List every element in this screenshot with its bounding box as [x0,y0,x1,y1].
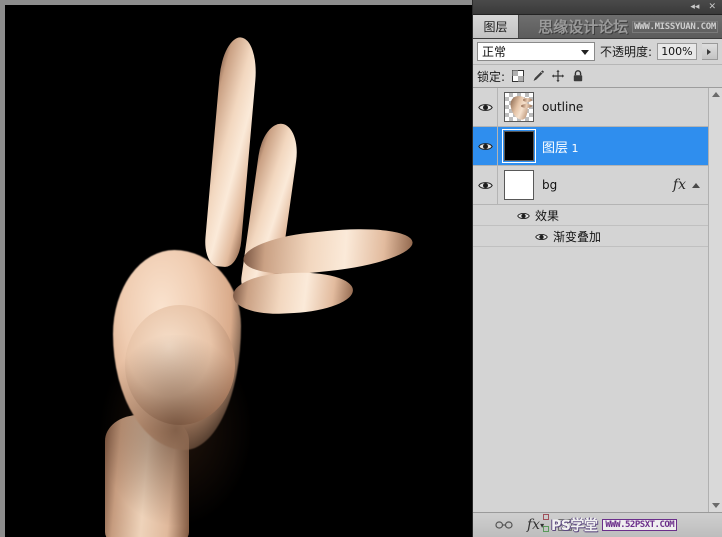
lock-position-icon[interactable] [551,69,565,83]
panel-tabstrip: 图层 思缘设计论坛 WWW.MISSYUAN.COM [473,15,722,39]
opacity-label: 不透明度: [599,45,652,59]
panel-bottom-toolbar: fx ▾ PS学堂 WWW.52PSXT.COM [473,512,722,537]
layers-panel: ◂◂ ✕ 图层 思缘设计论坛 WWW.MISSYUAN.COM 正常 不透明度:… [472,0,722,537]
layer-name[interactable]: bg [540,178,673,192]
scroll-down-arrow-icon[interactable] [709,499,722,512]
lock-all-icon[interactable] [571,69,585,83]
layer-thumbnail-cell[interactable] [498,170,540,200]
layer-visibility-toggle[interactable] [473,166,498,204]
effect-visibility-toggle[interactable] [535,227,548,246]
lock-transparency-icon[interactable] [511,69,525,83]
thumb-finger-b [521,104,532,108]
triangle-up-icon[interactable] [692,182,700,188]
layer-name-text: bg [542,178,558,192]
document-canvas[interactable] [5,5,472,537]
layer-thumbnail [504,92,534,122]
layer-name-text: 图层 [542,140,569,156]
blend-mode-value: 正常 [482,45,507,59]
opacity-input[interactable]: 100% [656,43,697,60]
layer-thumbnail [502,129,536,163]
spinner-arrow-icon [707,48,712,55]
hand-knuckles [125,305,235,425]
photoshop-window: ◂◂ ✕ 图层 思缘设计论坛 WWW.MISSYUAN.COM 正常 不透明度:… [0,0,722,537]
layer-thumbnail [504,170,534,200]
layer-fx-cell[interactable]: fx [673,177,708,193]
thumb-finger-a [523,98,532,102]
effects-group-row[interactable]: 效果 [473,205,708,226]
watermark-bottom-en: WWW.52PSXT.COM [602,519,678,531]
eye-icon [517,212,530,219]
table-row[interactable]: bg fx [473,166,708,205]
effect-item-label: 渐变叠加 [553,229,602,244]
scroll-up-arrow-icon[interactable] [709,88,722,101]
eye-icon [477,103,493,111]
layer-list-rows: outline 图层 1 bg fx 效果 渐变叠加 [473,88,708,512]
table-row[interactable]: 图层 1 [473,127,708,166]
effects-visibility-toggle[interactable] [517,206,530,225]
hand-artwork [5,5,472,537]
collapse-double-arrow-icon[interactable]: ◂◂ [690,2,699,12]
panel-titlebar: ◂◂ ✕ [473,0,722,15]
opacity-spinner[interactable] [701,43,719,60]
eye-icon [477,181,493,189]
layer-visibility-toggle[interactable] [473,127,498,165]
canvas-area[interactable] [0,0,472,537]
eye-icon [535,233,548,240]
tabstrip-filler [519,15,722,38]
tab-layers[interactable]: 图层 [473,15,519,38]
layer-visibility-toggle[interactable] [473,88,498,126]
scrollbar-track[interactable] [709,101,722,499]
effects-group-label: 效果 [535,208,560,223]
layer-thumbnail-cell[interactable] [498,129,540,163]
lock-image-pixels-icon[interactable] [531,69,545,83]
lock-row: 锁定: [473,65,722,88]
layer-name[interactable]: outline [540,100,708,114]
mask-icon[interactable] [558,519,572,531]
layer-list-scrollbar[interactable] [708,88,722,512]
table-row[interactable]: outline [473,88,708,127]
chevron-down-icon [580,49,589,55]
layer-thumbnail-cell[interactable] [498,92,540,122]
layer-list[interactable]: outline 图层 1 bg fx 效果 渐变叠加 [473,88,722,512]
layer-name[interactable]: 图层 1 [540,137,708,156]
link-chain-icon[interactable] [495,520,513,530]
lock-label: 锁定: [477,69,506,84]
layer-name-suffix: 1 [568,141,579,155]
blend-mode-row: 正常 不透明度: 100% [473,39,722,65]
eye-icon [477,142,493,150]
close-x-icon[interactable]: ✕ [708,2,716,12]
fx-icon[interactable]: fx ▾ [527,517,544,533]
effect-item-row[interactable]: 渐变叠加 [473,226,708,247]
layer-name-text: outline [542,100,584,114]
blend-mode-select[interactable]: 正常 [477,42,595,61]
fx-icon[interactable]: fx [673,177,686,193]
